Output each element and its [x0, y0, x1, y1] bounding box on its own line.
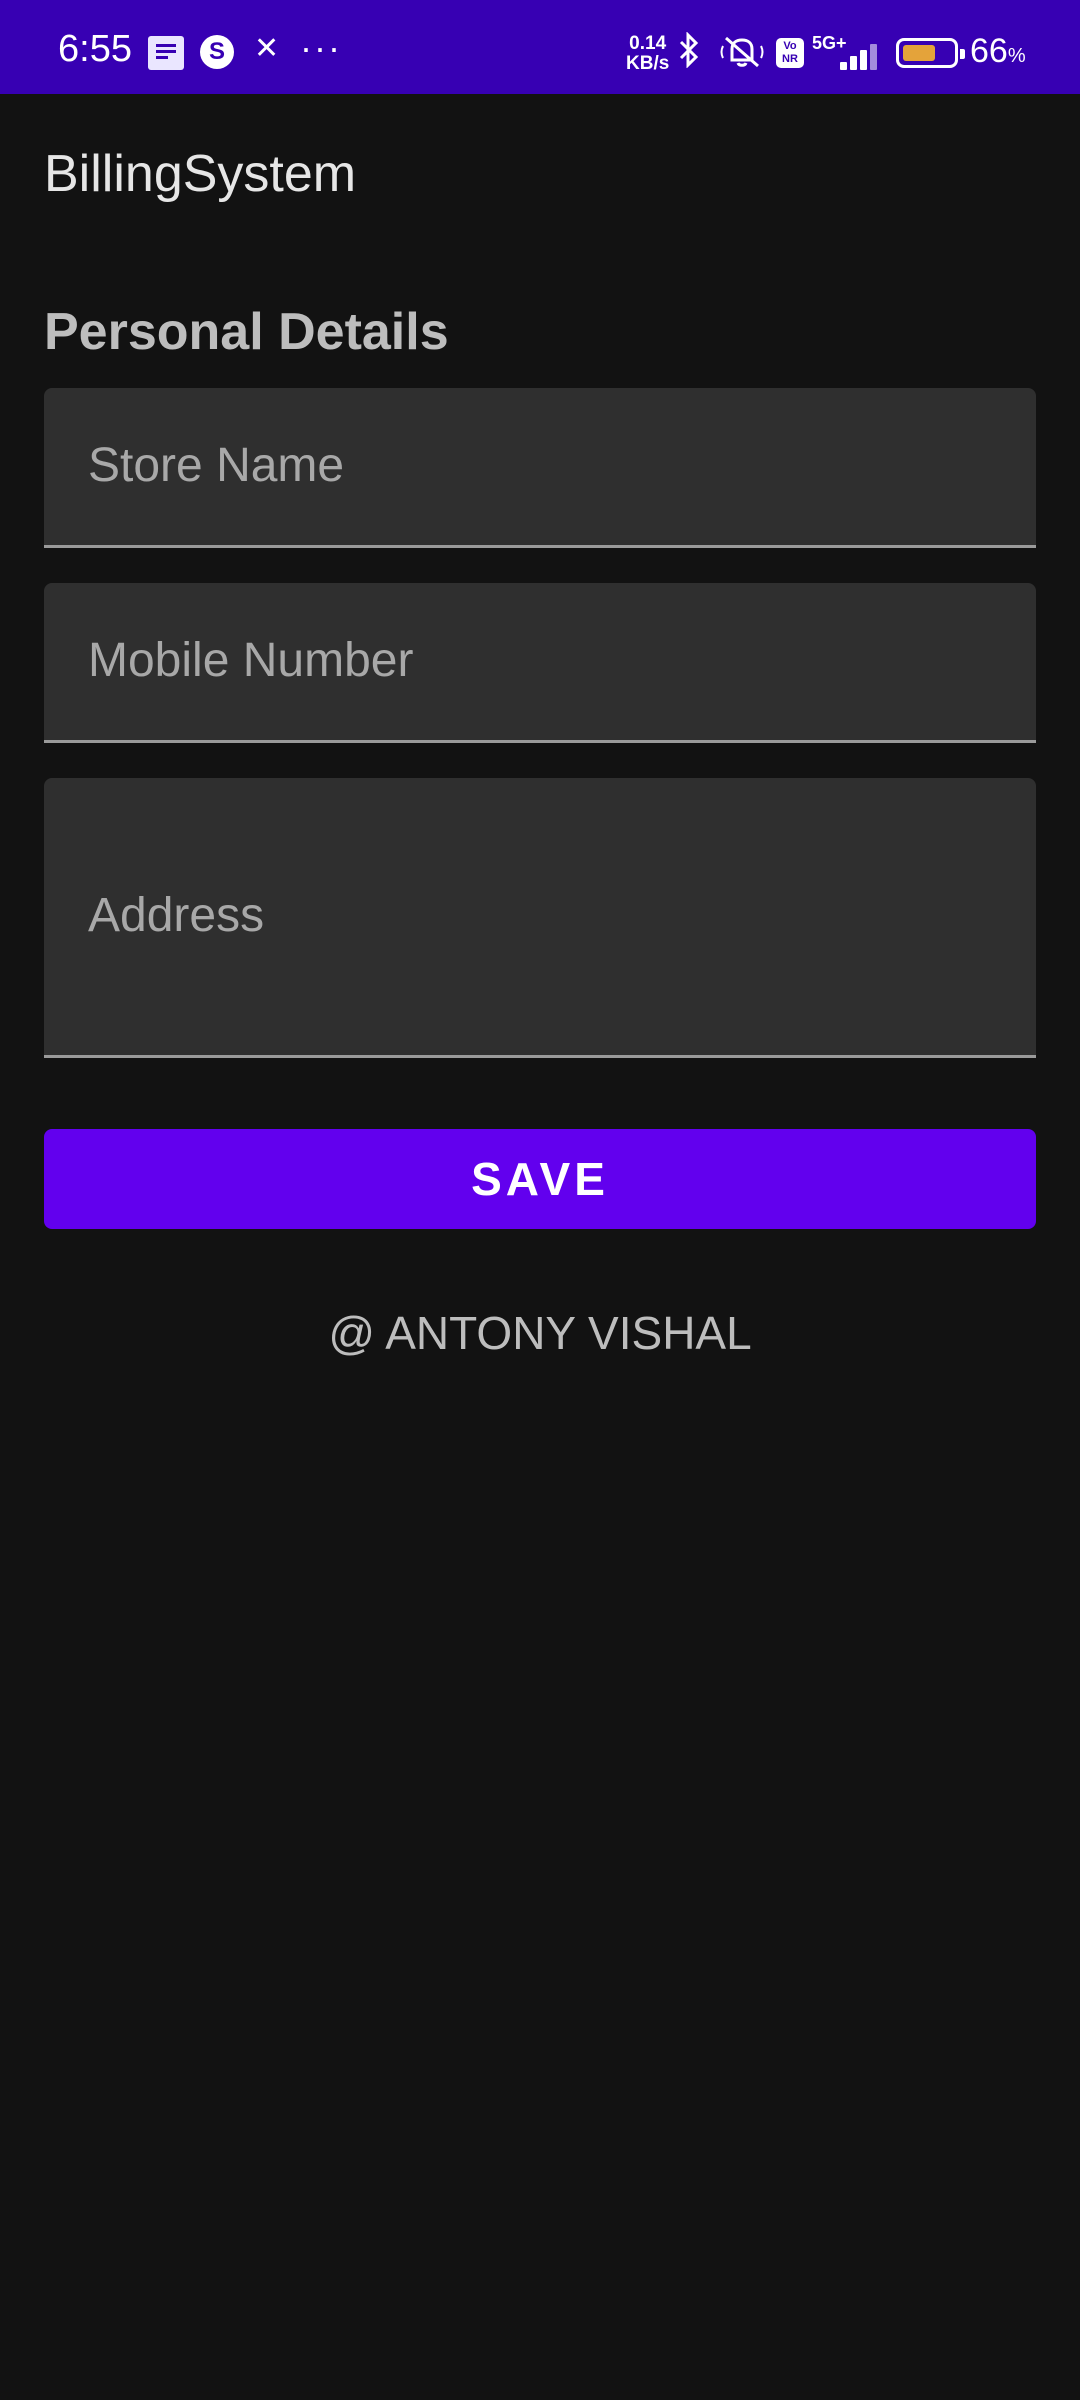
- volte-icon: Vo NR: [776, 38, 804, 68]
- bluetooth-icon: [678, 31, 700, 74]
- running-icon: ✕: [254, 32, 280, 65]
- store-name-field[interactable]: Store Name: [44, 388, 1036, 548]
- store-name-placeholder: Store Name: [88, 439, 345, 492]
- more-icon: ···: [300, 27, 342, 68]
- mute-icon: [720, 34, 764, 75]
- network-speed-unit: KB/s: [626, 53, 670, 74]
- battery-percent: 66%: [970, 32, 1026, 70]
- mobile-number-field[interactable]: Mobile Number: [44, 583, 1036, 743]
- app-title: BillingSystem: [44, 145, 357, 203]
- network-speed: 0.14 KB/s: [626, 34, 669, 74]
- mobile-number-placeholder: Mobile Number: [88, 634, 414, 687]
- s-app-icon: S: [200, 35, 234, 69]
- network-speed-value: 0.14: [629, 33, 667, 54]
- address-placeholder: Address: [88, 889, 265, 942]
- save-button[interactable]: SAVE: [44, 1129, 1036, 1229]
- battery-icon: [896, 38, 965, 68]
- notes-icon: [148, 36, 184, 70]
- section-title: Personal Details: [44, 303, 449, 361]
- status-time: 6:55: [58, 28, 132, 70]
- battery-fill: [903, 45, 935, 61]
- address-field[interactable]: Address: [44, 778, 1036, 1058]
- status-bar: 6:55 S ✕ ··· 0.14 KB/s Vo NR 5G+ 66%: [0, 0, 1080, 94]
- footer-credit: @ ANTONY VISHAL: [328, 1307, 752, 1359]
- signal-icon: [832, 40, 882, 70]
